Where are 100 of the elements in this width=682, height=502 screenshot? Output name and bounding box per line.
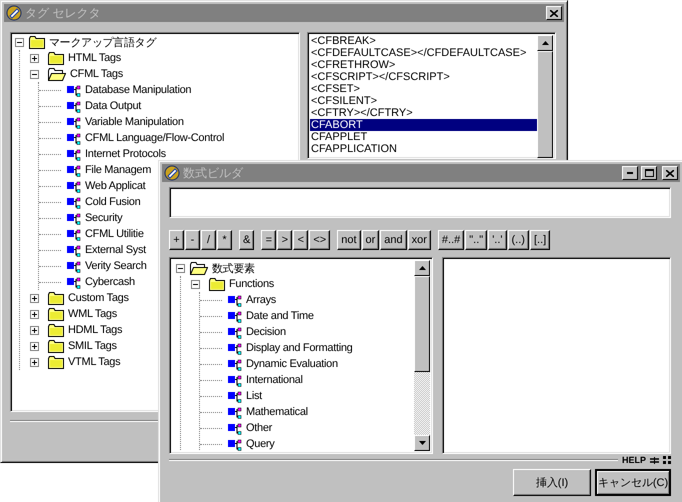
tree-item[interactable]: Decision: [246, 326, 286, 338]
tree-item[interactable]: HTML Tags: [68, 52, 121, 64]
operator-button[interactable]: '..': [488, 230, 507, 250]
tree-item[interactable]: WML Tags: [68, 308, 117, 320]
tree-item[interactable]: Arrays: [246, 294, 276, 306]
tree-item[interactable]: Display and Formatting: [246, 342, 353, 354]
operator-button[interactable]: <>: [309, 230, 330, 250]
folder-icon: [48, 292, 64, 304]
folder-icon: [48, 52, 64, 64]
tree-item[interactable]: Verity Search: [85, 260, 147, 272]
tree-item[interactable]: CFML Tags: [70, 68, 123, 80]
operator-button[interactable]: =: [261, 230, 276, 250]
tag-group-icon: [67, 228, 81, 240]
help-label: HELP: [622, 455, 646, 465]
tree-item[interactable]: CFML Language/Flow-Control: [85, 132, 224, 144]
folder-icon: [209, 278, 225, 290]
tree-item[interactable]: External Syst: [85, 244, 146, 256]
tree-item[interactable]: VTML Tags: [68, 356, 120, 368]
operator-button[interactable]: or: [362, 230, 380, 250]
operator-button[interactable]: /: [201, 230, 216, 250]
tag-list-item[interactable]: <CFDEFAULTCASE></CFDEFAULTCASE>: [310, 47, 537, 59]
operator-button[interactable]: (..): [508, 230, 529, 250]
folder-icon: [48, 340, 64, 352]
tree-item[interactable]: Variable Manipulation: [85, 116, 184, 128]
tree-item[interactable]: Mathematical: [246, 406, 308, 418]
collapse-icon[interactable]: [15, 38, 24, 46]
tree-item[interactable]: Database Manipulation: [85, 84, 192, 96]
expression-field[interactable]: [169, 187, 671, 218]
tag-list-item[interactable]: <CFRETHROW>: [310, 59, 537, 71]
tree-item[interactable]: Dynamic Evaluation: [246, 358, 338, 370]
tree-item[interactable]: Cybercash: [85, 276, 135, 288]
tag-group-icon: [228, 438, 242, 450]
close-button[interactable]: [546, 6, 562, 20]
operator-button[interactable]: not: [337, 230, 360, 250]
tag-group-icon: [228, 294, 242, 306]
tree-item[interactable]: Functions: [229, 278, 274, 290]
tag-group-icon: [67, 164, 81, 176]
tree-item[interactable]: List: [246, 390, 262, 402]
close-button[interactable]: [662, 166, 678, 180]
tag-list-item[interactable]: CFAPPLET: [310, 131, 537, 143]
tree-item[interactable]: Cold Fusion: [85, 196, 140, 208]
tag-group-icon: [67, 260, 81, 272]
tree-item[interactable]: Internet Protocols: [85, 148, 166, 160]
tree-item[interactable]: HDML Tags: [68, 324, 122, 336]
maximize-button[interactable]: [641, 166, 657, 180]
tree-item[interactable]: Other: [246, 422, 272, 434]
tag-group-icon: [67, 180, 81, 192]
dialog-button[interactable]: キャンセル(C): [595, 469, 671, 496]
tag-list-item[interactable]: <CFSET>: [310, 83, 537, 95]
tag-group-icon: [228, 310, 242, 322]
tree-item[interactable]: Web Applicat: [85, 180, 146, 192]
operator-button[interactable]: *: [217, 230, 232, 250]
tag-list-item[interactable]: CFABORT: [310, 119, 537, 131]
tree-item[interactable]: Security: [85, 212, 122, 224]
collapse-icon[interactable]: [191, 280, 200, 288]
tree-item[interactable]: File Managem: [85, 164, 152, 176]
tree-item[interactable]: International: [246, 374, 303, 386]
operator-button[interactable]: -: [185, 230, 200, 250]
expand-icon[interactable]: [30, 326, 39, 334]
tag-list-item[interactable]: <CFSCRIPT></CFSCRIPT>: [310, 71, 537, 83]
open-folder-icon: [48, 68, 66, 80]
tree-item[interactable]: Query: [246, 438, 274, 450]
minimize-button[interactable]: [622, 166, 638, 180]
operator-button[interactable]: and: [380, 230, 407, 250]
operator-button[interactable]: <: [293, 230, 308, 250]
operator-button[interactable]: xor: [408, 230, 431, 250]
operator-button[interactable]: &: [239, 230, 254, 250]
collapse-icon[interactable]: [176, 264, 185, 272]
scrollbar[interactable]: [537, 35, 553, 158]
tag-group-icon: [67, 132, 81, 144]
tree-item[interactable]: 数式要素: [212, 260, 255, 276]
tag-list-item[interactable]: CFAPPLICATION: [310, 143, 537, 155]
close-icon: [550, 10, 558, 16]
expand-icon[interactable]: [30, 54, 39, 62]
up-arrow-icon: [418, 266, 426, 270]
tree-item[interactable]: マークアップ言語タグ: [49, 34, 156, 50]
maximize-icon: [644, 169, 654, 177]
tree-item[interactable]: Data Output: [85, 100, 142, 112]
scrollbar[interactable]: [414, 260, 430, 451]
operator-button[interactable]: >: [277, 230, 292, 250]
tag-group-icon: [67, 244, 81, 256]
tag-list-item[interactable]: <CFBREAK>: [310, 35, 537, 47]
app-icon: [6, 5, 22, 21]
operator-button[interactable]: +: [169, 230, 184, 250]
grip-icon: [663, 456, 671, 464]
operator-button[interactable]: #..#: [438, 230, 464, 250]
collapse-icon[interactable]: [30, 70, 39, 78]
expand-icon[interactable]: [30, 342, 39, 350]
tag-list-item[interactable]: <CFTRY></CFTRY>: [310, 107, 537, 119]
tree-item[interactable]: Custom Tags: [68, 292, 129, 304]
expand-icon[interactable]: [30, 358, 39, 366]
tag-list-item[interactable]: <CFSILENT>: [310, 95, 537, 107]
tree-item[interactable]: CFML Utilitie: [85, 228, 144, 240]
dialog-button[interactable]: 挿入(I): [513, 469, 591, 496]
tree-item[interactable]: SMIL Tags: [68, 340, 117, 352]
operator-button[interactable]: [..]: [530, 230, 550, 250]
tree-item[interactable]: Date and Time: [246, 310, 314, 322]
operator-button[interactable]: "..": [465, 230, 488, 250]
expand-icon[interactable]: [30, 310, 39, 318]
expand-icon[interactable]: [30, 294, 39, 302]
